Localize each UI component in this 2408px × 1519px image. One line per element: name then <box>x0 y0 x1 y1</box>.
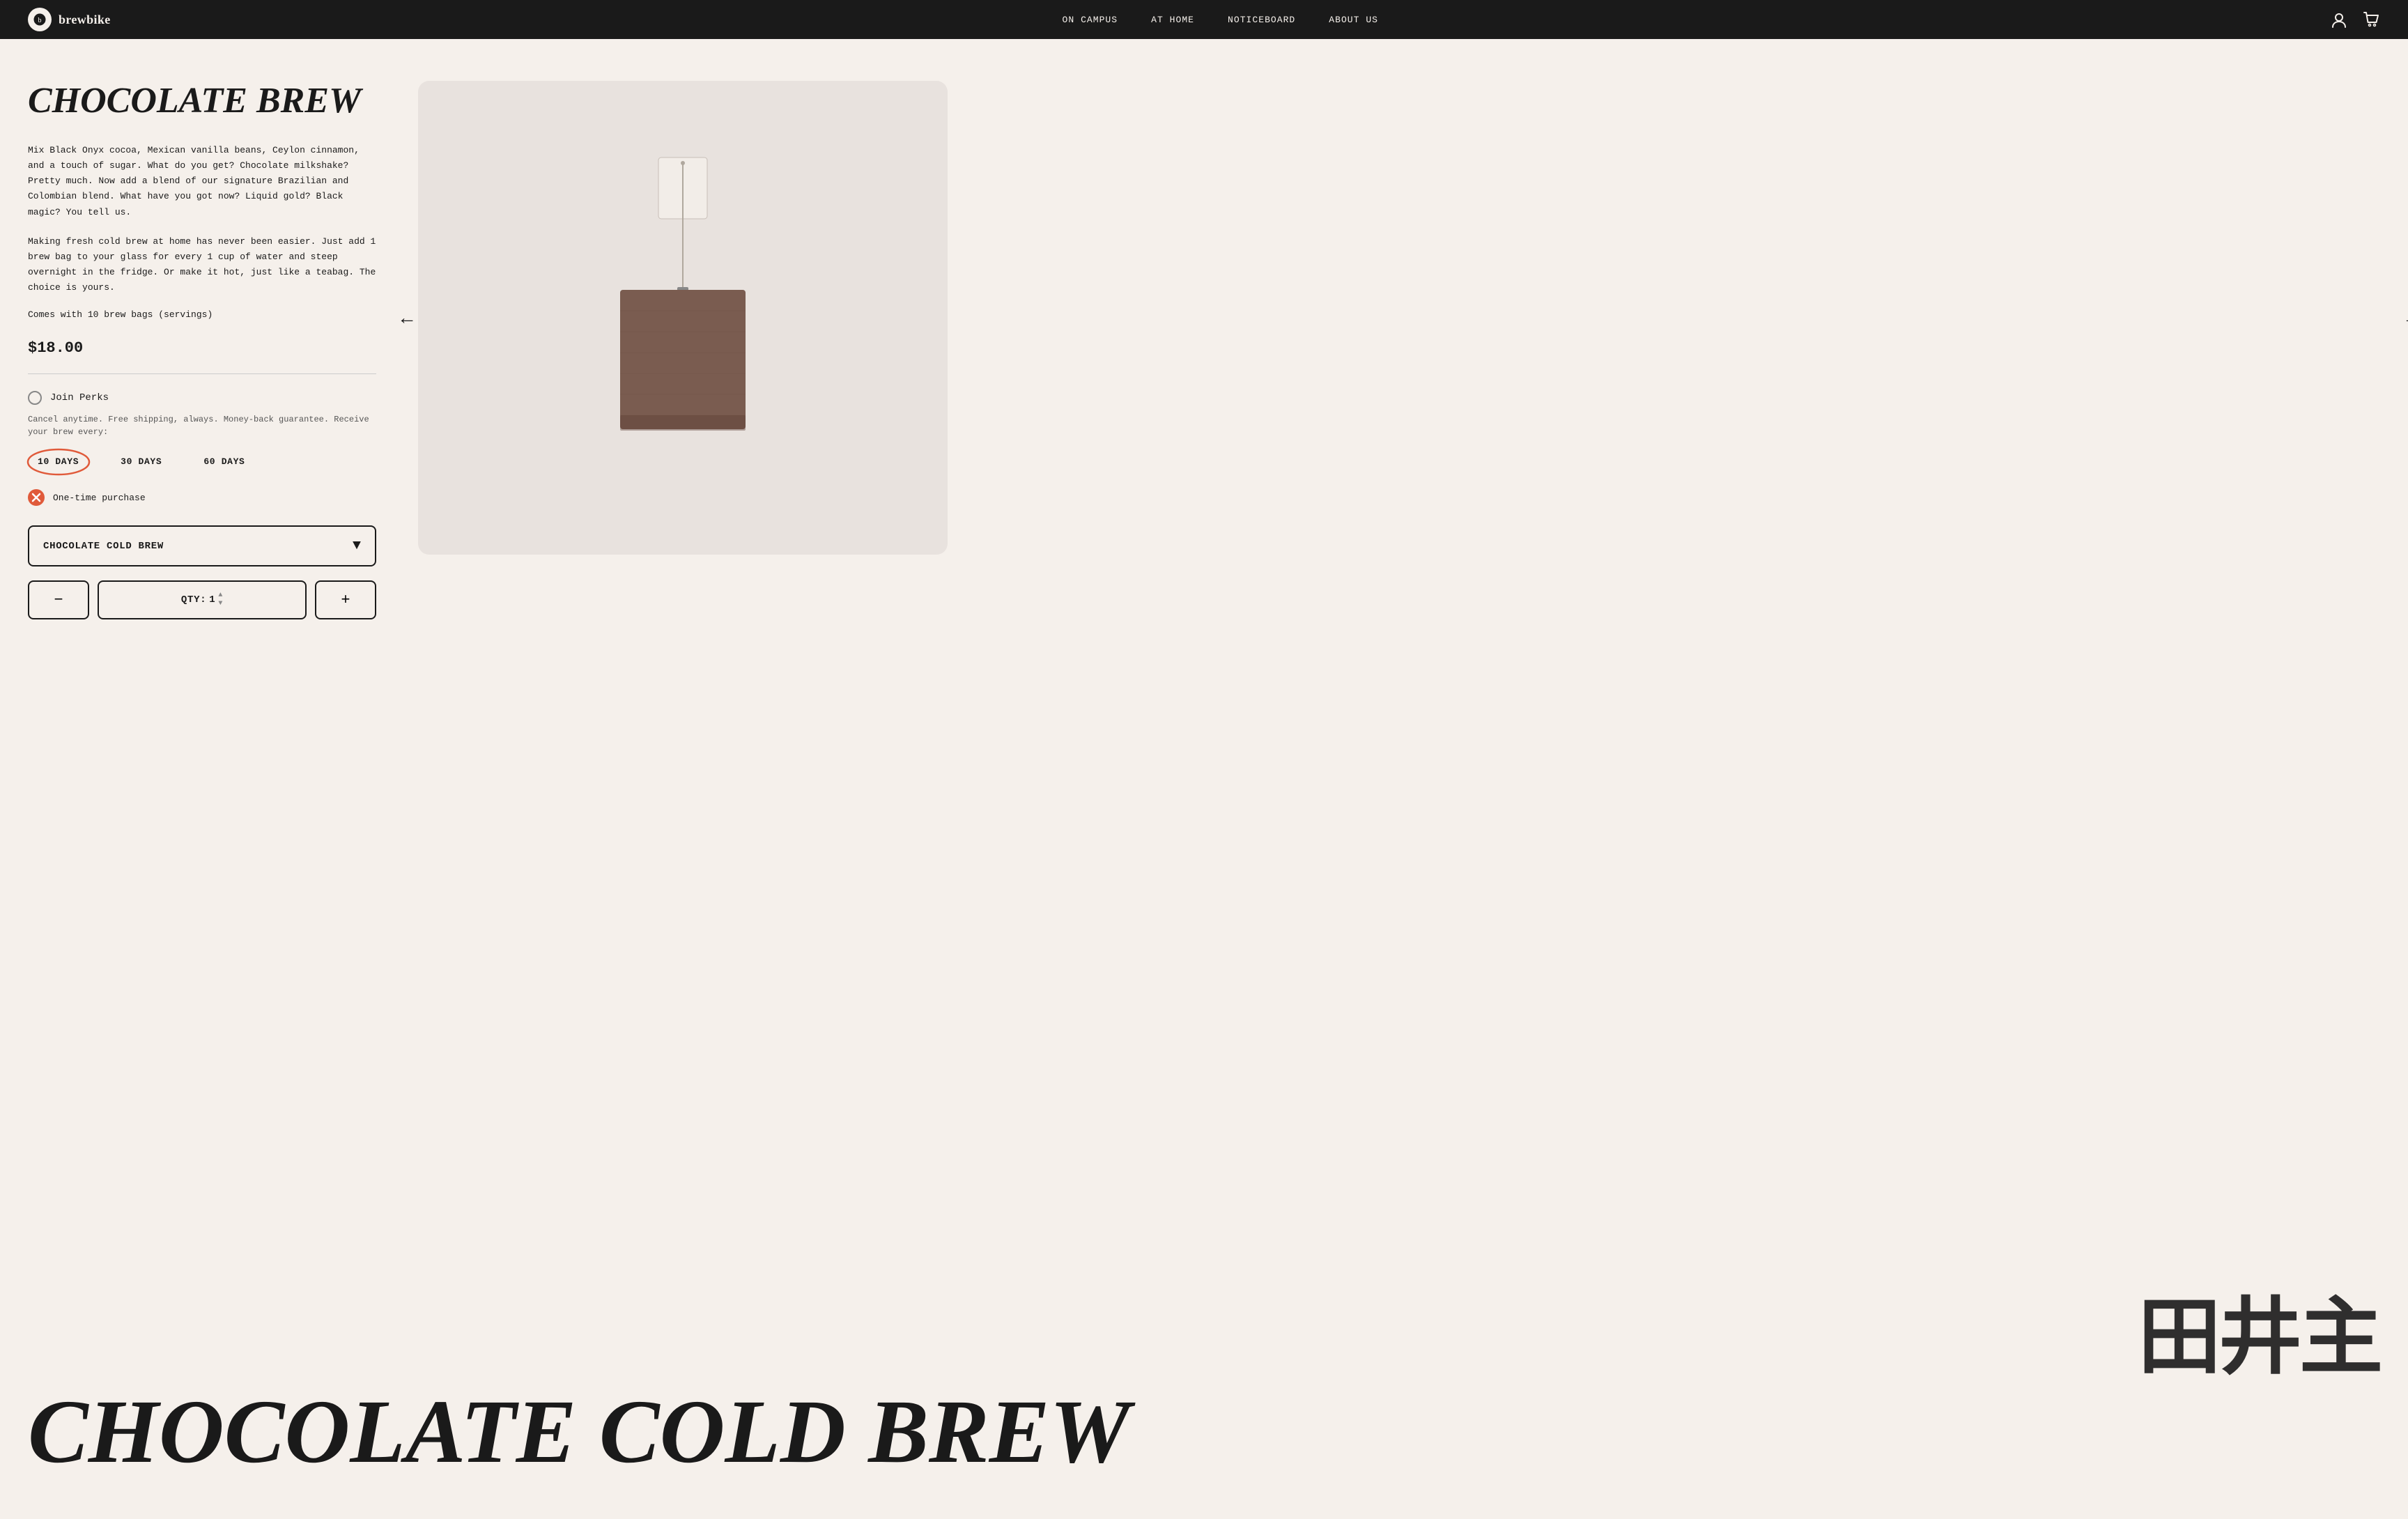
logo-text: brewbike <box>59 13 111 27</box>
logo-icon: b <box>28 8 52 31</box>
product-image <box>592 151 773 485</box>
product-title: CHOCOLATE BREW <box>28 81 376 121</box>
product-servings: Comes with 10 brew bags (servings) <box>28 309 376 320</box>
day-option-30[interactable]: 30 DAYS <box>111 451 171 472</box>
perks-label: Join Perks <box>50 392 109 403</box>
product-image-container <box>418 81 948 555</box>
main-content: CHOCOLATE BREW Mix Black Onyx cocoa, Mex… <box>0 39 2408 1387</box>
cart-icon[interactable] <box>2362 10 2380 29</box>
perks-radio[interactable] <box>28 391 42 405</box>
product-dropdown-label: CHOCOLATE COLD BREW <box>43 541 164 552</box>
large-bottom-title: CHOCOLATE COLD BREW <box>28 1387 2380 1477</box>
product-dropdown[interactable]: CHOCOLATE COLD BREW ▼ <box>28 525 376 566</box>
qty-minus-button[interactable]: − <box>28 580 89 619</box>
one-time-section: One-time purchase <box>28 489 376 506</box>
logo[interactable]: b brewbike <box>28 8 111 31</box>
image-next-arrow[interactable]: → <box>2402 307 2408 329</box>
nav-on-campus[interactable]: ON CAMPUS <box>1063 15 1118 25</box>
dropdown-chevron-icon: ▼ <box>353 538 361 554</box>
price-divider <box>28 373 376 374</box>
product-price: $18.00 <box>28 339 376 357</box>
perks-sublabel: Cancel anytime. Free shipping, always. M… <box>28 413 376 438</box>
qty-row: − QTY: 1 ▲▼ + <box>28 580 376 619</box>
qty-value[interactable]: 1 <box>209 594 215 606</box>
one-time-icon <box>28 489 45 506</box>
decorative-text: 田井主 <box>2138 1296 2380 1380</box>
nav-icons <box>2330 10 2380 29</box>
nav-about-us[interactable]: ABOUT US <box>1329 15 1378 25</box>
qty-label: QTY: <box>181 594 206 606</box>
day-60-label: 60 DAYS <box>203 456 245 467</box>
nav-noticeboard[interactable]: NOTICEBOARD <box>1228 15 1295 25</box>
page-bottom: CHOCOLATE COLD BREW <box>0 1387 2408 1519</box>
day-10-label: 10 DAYS <box>38 456 79 467</box>
qty-plus-button[interactable]: + <box>315 580 376 619</box>
day-30-label: 30 DAYS <box>121 456 162 467</box>
day-option-10[interactable]: 10 DAYS <box>28 451 88 472</box>
nav-links: ON CAMPUS AT HOME NOTICEBOARD ABOUT US <box>1063 13 1378 26</box>
product-image-section: ← <box>418 81 2380 1359</box>
account-icon[interactable] <box>2330 10 2348 29</box>
image-prev-arrow[interactable]: ← <box>397 307 417 329</box>
product-description-2: Making fresh cold brew at home has never… <box>28 234 376 295</box>
navigation: b brewbike ON CAMPUS AT HOME NOTICEBOARD… <box>0 0 2408 39</box>
product-details: CHOCOLATE BREW Mix Black Onyx cocoa, Mex… <box>28 81 376 1359</box>
perks-section: Join Perks <box>28 391 376 405</box>
svg-text:b: b <box>38 17 42 24</box>
qty-display: QTY: 1 ▲▼ <box>98 580 307 619</box>
one-time-label: One-time purchase <box>53 493 146 503</box>
qty-stepper-icon: ▲▼ <box>218 592 223 608</box>
nav-at-home[interactable]: AT HOME <box>1151 15 1194 25</box>
product-description-1: Mix Black Onyx cocoa, Mexican vanilla be… <box>28 143 376 219</box>
days-selector: 10 DAYS 30 DAYS 60 DAYS <box>28 451 376 472</box>
day-option-60[interactable]: 60 DAYS <box>194 451 254 472</box>
